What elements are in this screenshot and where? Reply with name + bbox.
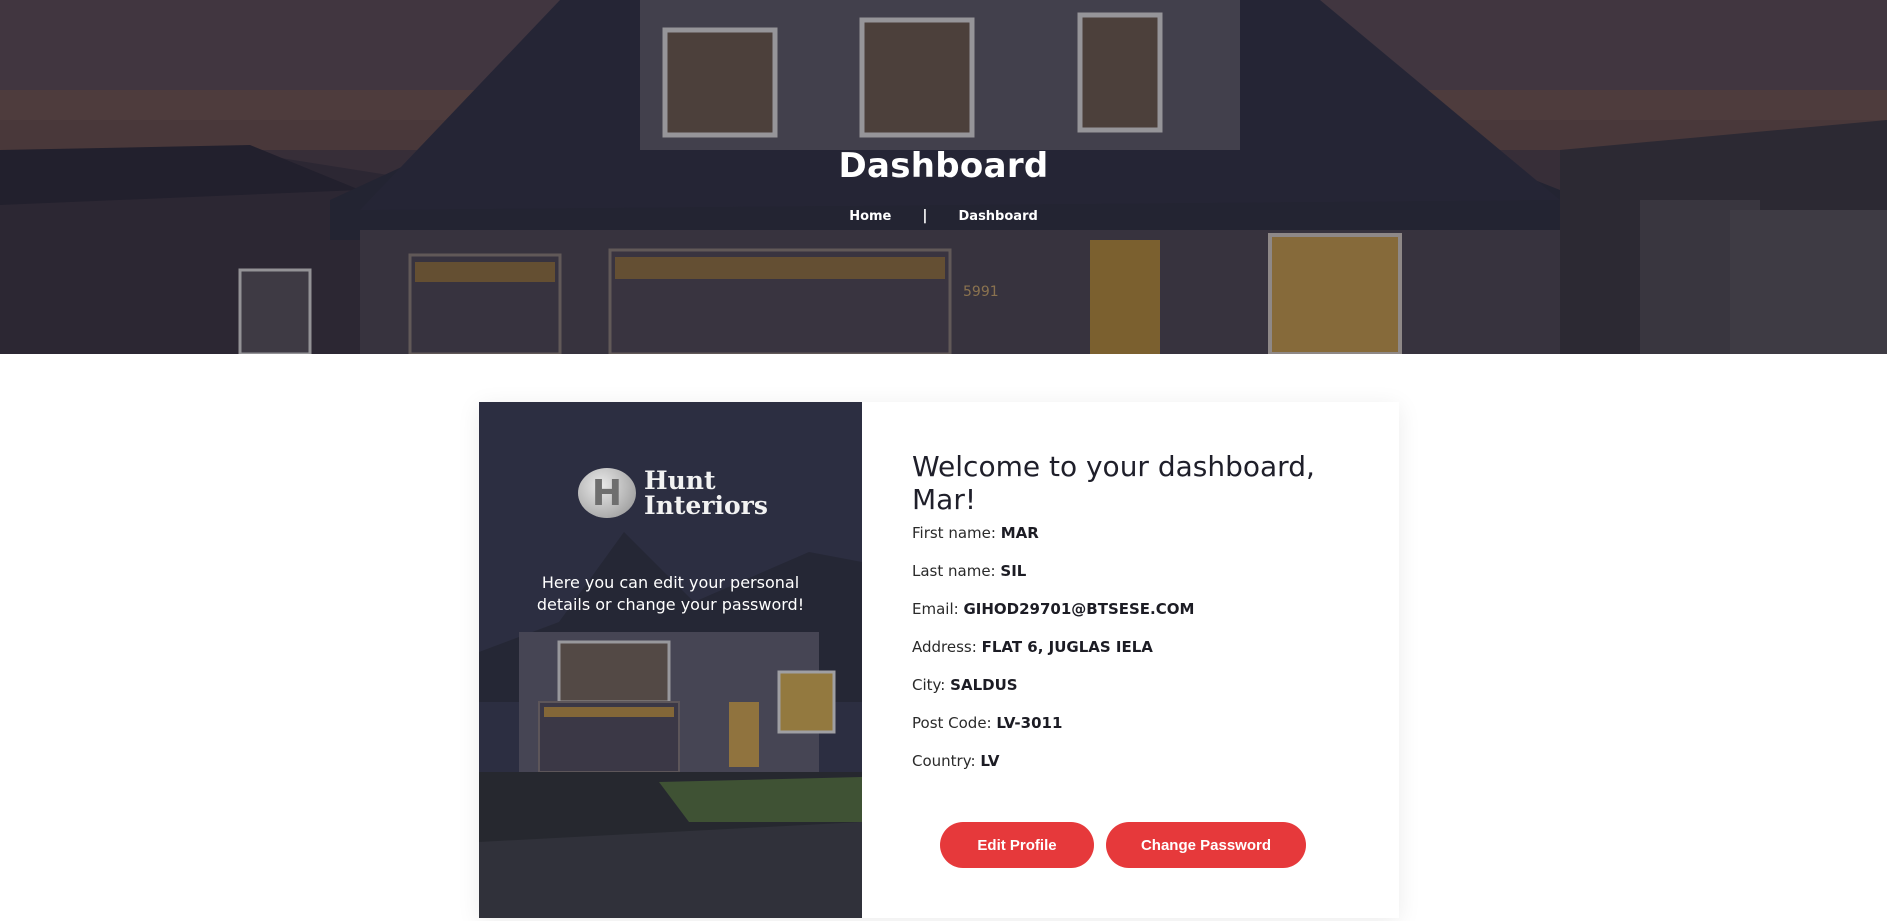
page-title: Dashboard bbox=[838, 146, 1049, 186]
last-name-row: Last name: SIL bbox=[912, 562, 1349, 600]
city-row: City: SALDUS bbox=[912, 676, 1349, 714]
dashboard-card: H Hunt Interiors Here you can edit your … bbox=[479, 402, 1399, 918]
hero-banner: 5991 Dashboard Home | Dashboard bbox=[0, 0, 1887, 354]
change-password-button[interactable]: Change Password bbox=[1106, 822, 1306, 868]
country-label: Country: bbox=[912, 752, 976, 770]
side-panel-caption: Here you can edit your personal details … bbox=[536, 573, 805, 614]
address-value: FLAT 6, JUGLAS IELA bbox=[981, 638, 1153, 656]
post-code-value: LV-3011 bbox=[996, 714, 1063, 732]
email-value: GIHOD29701@BTSESE.COM bbox=[963, 600, 1195, 618]
profile-details: Welcome to your dashboard, Mar! First na… bbox=[862, 402, 1399, 918]
address-row: Address: FLAT 6, JUGLAS IELA bbox=[912, 638, 1349, 676]
edit-profile-button[interactable]: Edit Profile bbox=[940, 822, 1094, 868]
first-name-row: First name: MAR bbox=[912, 524, 1349, 562]
first-name-label: First name: bbox=[912, 524, 996, 542]
dashboard-side-panel: H Hunt Interiors Here you can edit your … bbox=[479, 402, 862, 918]
logo-line-1: Hunt bbox=[644, 466, 716, 495]
address-label: Address: bbox=[912, 638, 977, 656]
last-name-value: SIL bbox=[1000, 562, 1027, 580]
logo-mark-icon: H bbox=[578, 468, 636, 518]
logo-wordmark: Hunt Interiors bbox=[644, 468, 768, 518]
country-value: LV bbox=[980, 752, 1000, 770]
first-name-value: MAR bbox=[1000, 524, 1039, 542]
breadcrumb-current: Dashboard bbox=[958, 208, 1038, 224]
city-label: City: bbox=[912, 676, 946, 694]
logo-line-2: Interiors bbox=[644, 491, 768, 520]
city-value: SALDUS bbox=[950, 676, 1018, 694]
email-row: Email: GIHOD29701@BTSESE.COM bbox=[912, 600, 1349, 638]
email-label: Email: bbox=[912, 600, 959, 618]
breadcrumb-home-link[interactable]: Home bbox=[849, 209, 891, 224]
welcome-heading: Welcome to your dashboard, Mar! bbox=[912, 450, 1315, 516]
country-row: Country: LV bbox=[912, 752, 1349, 790]
profile-actions: Edit Profile Change Password bbox=[940, 822, 1306, 868]
post-code-row: Post Code: LV-3011 bbox=[912, 714, 1349, 752]
last-name-label: Last name: bbox=[912, 562, 996, 580]
hunt-interiors-logo: H Hunt Interiors bbox=[578, 468, 768, 518]
breadcrumb: Home | Dashboard bbox=[0, 208, 1887, 224]
post-code-label: Post Code: bbox=[912, 714, 992, 732]
breadcrumb-separator: | bbox=[922, 208, 928, 224]
